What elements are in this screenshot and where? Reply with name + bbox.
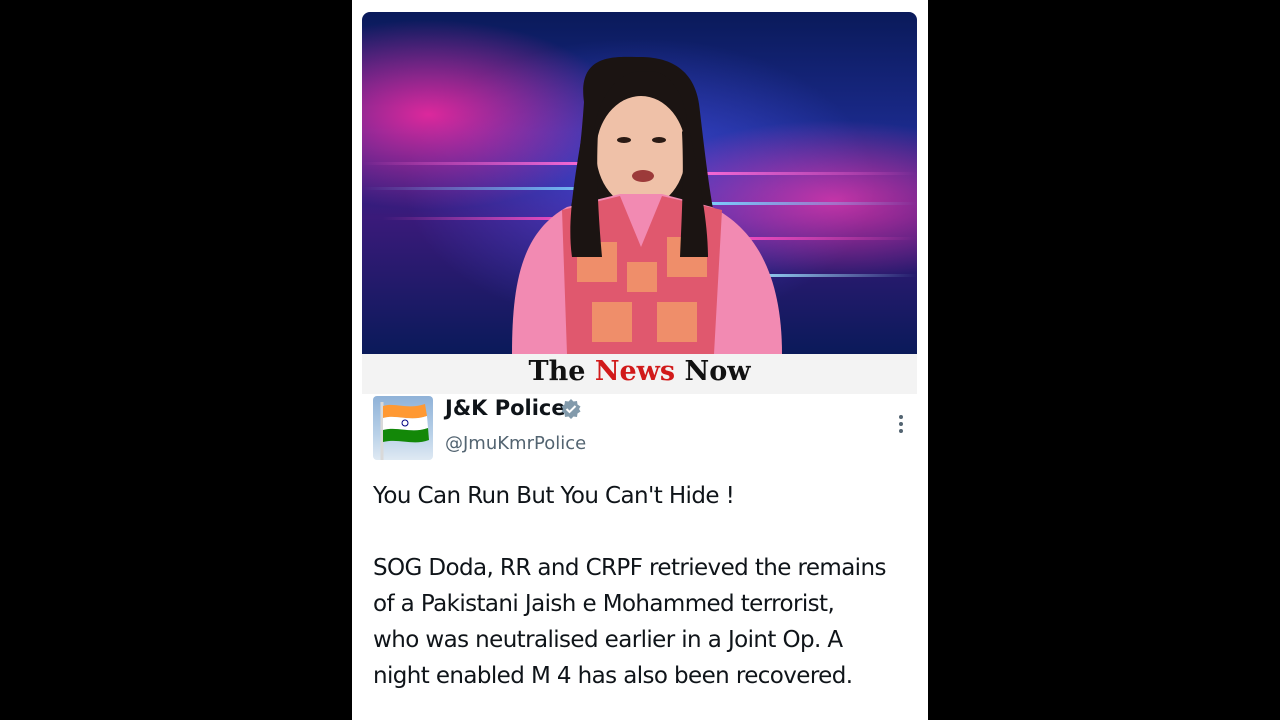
tweet-card: J&K Police @JmuKmrPolice You Can Run But…	[352, 394, 928, 720]
brand-word-now: Now	[684, 356, 751, 387]
brand-word-the: The	[528, 356, 586, 387]
brand-logo: The News Now	[362, 354, 917, 394]
author-handle[interactable]: @JmuKmrPolice	[445, 433, 586, 454]
tweet-body-line: SOG Doda, RR and CRPF retrieved the rema…	[373, 555, 886, 581]
news-presenter-figure	[512, 56, 782, 354]
tweet-headline: You Can Run But You Can't Hide !	[373, 483, 735, 509]
author-name[interactable]: J&K Police	[445, 396, 566, 420]
indian-flag-icon[interactable]	[373, 396, 433, 460]
tweet-body-line: night enabled M 4 has also been recovere…	[373, 663, 853, 689]
verified-badge-icon	[561, 399, 581, 419]
content-panel: The News Now J&K Police @JmuKmrPolice Yo…	[352, 0, 928, 720]
tweet-body-line: who was neutralised earlier in a Joint O…	[373, 627, 843, 653]
brand-word-news: News	[594, 356, 676, 387]
tweet-text: You Can Run But You Can't Hide ! SOG Dod…	[373, 478, 918, 694]
video-frame[interactable]	[362, 12, 917, 354]
tweet-body-line: of a Pakistani Jaish e Mohammed terroris…	[373, 591, 835, 617]
more-options-icon[interactable]	[891, 412, 911, 442]
